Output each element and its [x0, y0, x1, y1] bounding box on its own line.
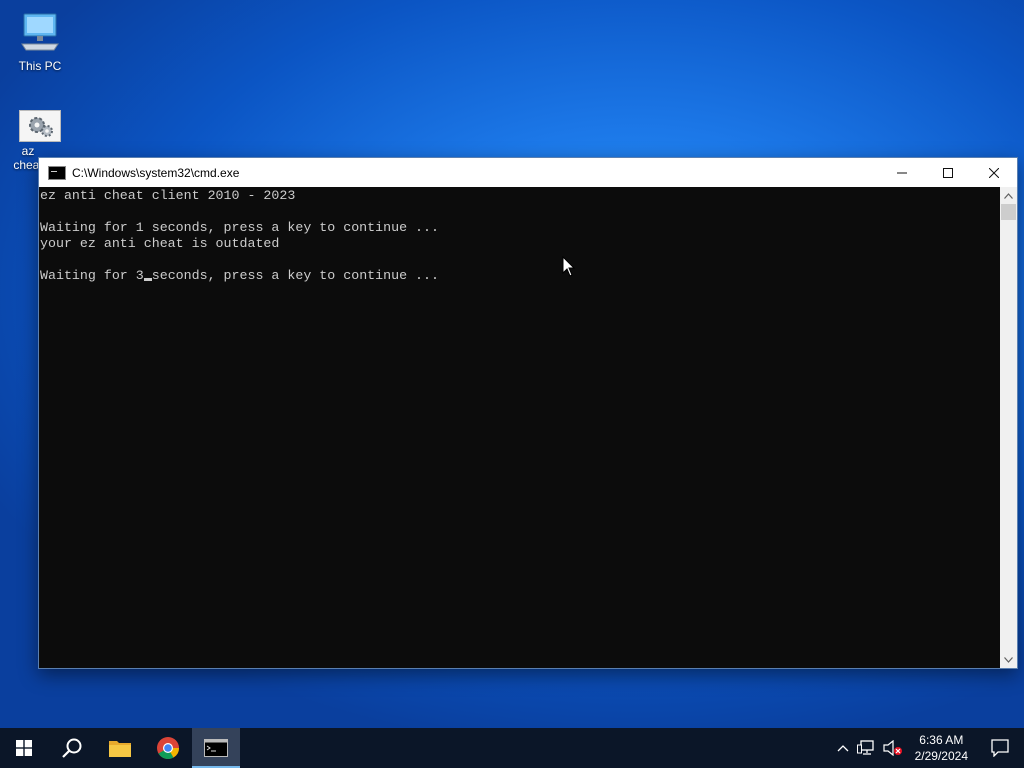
clock[interactable]: 6:36 AM 2/29/2024 — [907, 728, 976, 768]
search-icon — [62, 738, 82, 758]
console-line-current: Waiting for 3 seconds, press a key to con… — [40, 268, 1000, 284]
chevron-up-icon — [1004, 192, 1013, 199]
clock-date: 2/29/2024 — [914, 749, 968, 763]
show-hidden-icons-button[interactable] — [833, 728, 853, 768]
console-line: Waiting for 1 seconds, press a key to co… — [40, 220, 439, 235]
chevron-down-icon — [1004, 656, 1013, 663]
system-tray: 6:36 AM 2/29/2024 — [833, 728, 1024, 768]
volume-button[interactable] — [879, 728, 907, 768]
console-line: ez anti cheat client 2010 - 2023 — [40, 188, 296, 203]
file-explorer-button[interactable] — [96, 728, 144, 768]
monitor-icon — [21, 13, 59, 51]
cmd-taskbar-button[interactable] — [192, 728, 240, 768]
chrome-icon — [157, 737, 179, 759]
search-button[interactable] — [48, 728, 96, 768]
vertical-scrollbar[interactable] — [1000, 187, 1017, 668]
cmd-icon — [48, 165, 66, 180]
maximize-button[interactable] — [925, 158, 971, 187]
window-title: C:\Windows\system32\cmd.exe — [72, 165, 240, 180]
file-explorer-icon — [109, 741, 131, 757]
scroll-up-button[interactable] — [1000, 187, 1017, 204]
console-line: your ez anti cheat is outdated — [40, 236, 280, 251]
mouse-pointer-icon — [562, 256, 576, 277]
gears-icon — [19, 110, 61, 142]
scroll-down-button[interactable] — [1000, 651, 1017, 668]
window-titlebar[interactable]: C:\Windows\system32\cmd.exe — [39, 158, 1017, 187]
minimize-icon — [897, 172, 907, 173]
taskbar: 6:36 AM 2/29/2024 — [0, 728, 1024, 768]
text-cursor — [143, 278, 152, 281]
close-button[interactable] — [971, 158, 1017, 187]
notification-icon — [991, 739, 1009, 757]
cmd-icon — [204, 739, 228, 757]
close-icon — [989, 167, 999, 178]
network-icon — [856, 740, 874, 755]
maximize-icon — [943, 167, 953, 178]
desktop-icon-this-pc[interactable]: This PC — [8, 10, 72, 73]
scroll-thumb[interactable] — [1001, 204, 1016, 220]
clock-time: 6:36 AM — [919, 733, 964, 747]
windows-start-icon — [16, 740, 32, 756]
console-text: Waiting for 3 — [40, 268, 144, 283]
chrome-button[interactable] — [144, 728, 192, 768]
cmd-window[interactable]: C:\Windows\system32\cmd.exe ez anti chea… — [38, 157, 1018, 669]
desktop-icon-label: This PC — [18, 59, 62, 73]
volume-muted-icon — [883, 740, 902, 756]
start-button[interactable] — [0, 728, 48, 768]
console-output[interactable]: ez anti cheat client 2010 - 2023 Waiting… — [39, 187, 1000, 668]
minimize-button[interactable] — [879, 158, 925, 187]
console-text: seconds, press a key to continue ... — [151, 268, 439, 283]
chevron-up-icon — [837, 745, 849, 752]
network-button[interactable] — [853, 728, 879, 768]
action-center-button[interactable] — [976, 728, 1024, 768]
